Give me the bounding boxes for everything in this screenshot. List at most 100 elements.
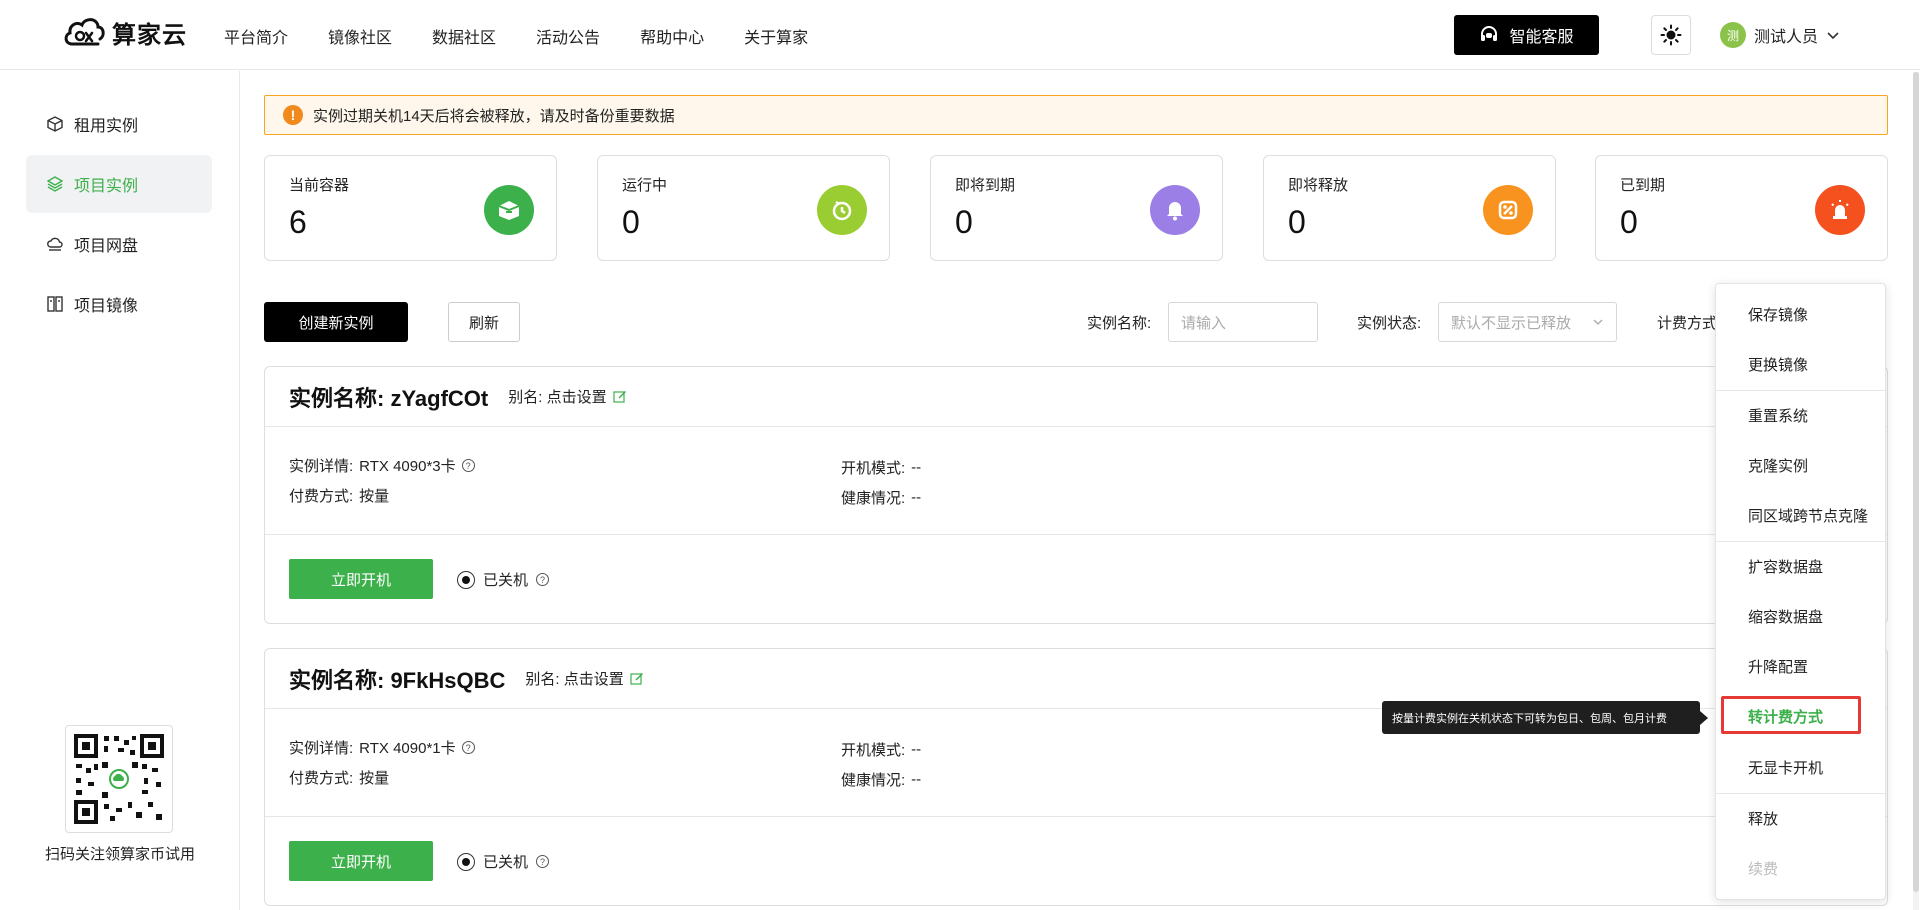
brand-logo[interactable]: 算家云 [62,14,187,50]
sidebar-item-project-instance[interactable]: 项目实例 [26,155,212,213]
container-box-icon [484,185,534,235]
status-filter-label: 实例状态: [1357,315,1422,332]
stat-label: 即将释放 [1288,177,1349,194]
help-icon[interactable]: ? [536,573,550,586]
sidebar-item-rent-instance[interactable]: 租用实例 [26,95,212,153]
pay-value: 按量 [359,488,390,505]
nav-item-help-center[interactable]: 帮助中心 [640,24,704,48]
menu-item-release[interactable]: 释放 [1748,808,1778,829]
menu-item-save-image[interactable]: 保存镜像 [1748,304,1808,325]
release-icon [1483,185,1533,235]
health-status: 健康情况: -- [841,769,921,790]
instance-name-input[interactable]: 请输入 [1168,302,1318,342]
sun-icon [1660,24,1682,46]
menu-item-shrink-disk[interactable]: 缩容数据盘 [1748,606,1823,627]
alias-setting[interactable]: 别名: 点击设置 [508,386,626,407]
sidebar: 租用实例 项目实例 项目网盘 项目镜像 扫码关注领算家币试用 [0,71,240,910]
detail-value: RTX 4090*1卡 [359,740,456,757]
nav-item-image-community[interactable]: 镜像社区 [328,24,392,48]
theme-toggle-button[interactable] [1651,15,1691,55]
instance-title: 实例名称: zYagfCOt [289,385,489,411]
sidebar-item-project-image[interactable]: 项目镜像 [26,275,212,333]
instance-status: 已关机 ? [457,851,550,872]
instance-status: 已关机 ? [457,569,550,590]
billing-tooltip: 按量计费实例在关机状态下可转为包日、包周、包月计费 [1382,701,1708,734]
sidebar-item-label: 项目实例 [74,178,139,195]
boot-value: -- [911,459,922,476]
detail-value: RTX 4090*3卡 [359,458,456,475]
instance-status-select[interactable]: 默认不显示已释放 [1438,302,1617,342]
status-text: 已关机 [483,572,529,589]
stat-card-releasing-soon[interactable]: 即将释放 0 [1263,155,1556,261]
start-now-button[interactable]: 立即开机 [289,841,433,881]
instance-card: 实例名称: zYagfCOt 别名: 点击设置 实例详情: RTX 4090*3… [264,366,1888,624]
nav-item-announcements[interactable]: 活动公告 [536,24,600,48]
stat-card-current-containers[interactable]: 当前容器 6 [264,155,557,261]
help-icon[interactable]: ? [461,741,475,754]
alias-label: 别名: 点击设置 [508,389,607,406]
instance-card-body: 实例详情: RTX 4090*3卡 ? 付费方式: 按量 开机模式: -- 健康… [265,427,1887,535]
sidebar-item-project-drive[interactable]: 项目网盘 [26,215,212,273]
nav-item-about[interactable]: 关于算家 [744,24,808,48]
instance-detail: 实例详情: RTX 4090*3卡 ? [289,455,475,476]
menu-item-change-config[interactable]: 升降配置 [1748,656,1808,677]
menu-item-reset-system[interactable]: 重置系统 [1748,405,1808,426]
alias-label: 别名: 点击设置 [525,671,624,688]
qr-code-icon [74,734,164,824]
user-menu[interactable]: 测 测试人员 [1720,22,1840,48]
start-now-button[interactable]: 立即开机 [289,559,433,599]
edit-icon[interactable] [612,390,627,404]
main-nav: 平台简介 镜像社区 数据社区 活动公告 帮助中心 关于算家 [224,24,808,48]
stat-card-expired[interactable]: 已到期 0 [1595,155,1888,261]
page-scrollbar[interactable] [1913,72,1919,910]
menu-item-boot-without-gpu[interactable]: 无显卡开机 [1748,757,1823,778]
refresh-button[interactable]: 刷新 [448,302,520,342]
qr-code [65,725,173,833]
menu-item-expand-disk[interactable]: 扩容数据盘 [1748,556,1823,577]
help-icon[interactable]: ? [461,459,475,472]
status-select-placeholder: 默认不显示已释放 [1451,314,1572,332]
boot-mode: 开机模式: -- [841,457,921,478]
create-instance-button[interactable]: 创建新实例 [264,302,408,342]
stat-label: 即将到期 [955,177,1016,194]
stat-value: 0 [1620,204,1638,240]
health-status: 健康情况: -- [841,487,921,508]
alias-setting[interactable]: 别名: 点击设置 [525,668,643,689]
expiry-alert: ! 实例过期关机14天后将会被释放，请及时备份重要数据 [264,95,1888,135]
menu-item-cross-node-clone[interactable]: 同区域跨节点克隆 [1748,505,1868,526]
boot-mode: 开机模式: -- [841,739,921,760]
cloud-logo-icon [64,18,105,46]
sidebar-item-label: 项目网盘 [74,238,139,255]
image-stack-icon [47,296,63,312]
health-label: 健康情况: [841,490,906,507]
scrollbar-thumb[interactable] [1913,72,1919,892]
smart-service-button[interactable]: 智能客服 [1454,15,1599,55]
menu-item-switch-billing[interactable]: 转计费方式 [1748,706,1823,727]
stat-card-running[interactable]: 运行中 0 [597,155,890,261]
layers-icon [46,176,64,192]
billing-filter-label: 计费方式 [1657,315,1718,332]
menu-item-change-image[interactable]: 更换镜像 [1748,354,1808,375]
detail-label: 实例详情: [289,458,354,475]
stat-label: 当前容器 [289,177,350,194]
edit-icon[interactable] [630,672,644,686]
sidebar-item-label: 租用实例 [74,118,139,135]
status-radio-icon [457,570,475,589]
stat-value: 0 [622,204,640,240]
tooltip-text: 按量计费实例在关机状态下可转为包日、包周、包月计费 [1392,712,1667,725]
service-label: 智能客服 [1509,29,1574,46]
nav-item-data-community[interactable]: 数据社区 [432,24,496,48]
alarm-light-icon [1815,185,1865,235]
nav-item-platform-intro[interactable]: 平台简介 [224,24,288,48]
chevron-down-icon [1593,319,1603,325]
menu-divider [1716,390,1885,391]
cloud-drive-icon [47,237,63,251]
stat-card-expiring-soon[interactable]: 即将到期 0 [930,155,1223,261]
pay-value: 按量 [359,770,390,787]
menu-divider [1716,793,1885,794]
help-icon[interactable]: ? [536,855,550,868]
bell-icon [1150,185,1200,235]
headset-icon [1481,26,1498,41]
menu-item-clone-instance[interactable]: 克隆实例 [1748,455,1808,476]
sidebar-item-label: 项目镜像 [74,298,139,315]
